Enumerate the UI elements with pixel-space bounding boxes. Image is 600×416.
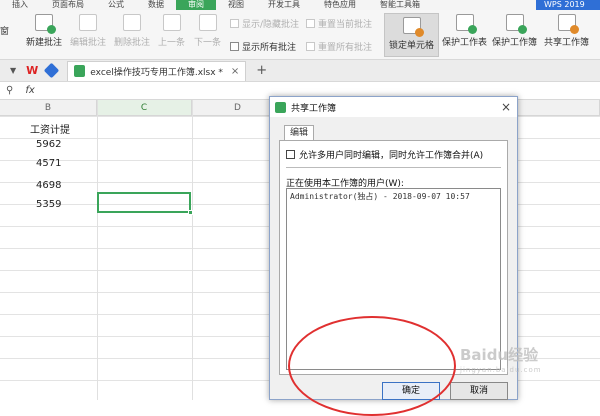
menu-tab-smart-tools[interactable]: 智能工具箱	[368, 0, 432, 10]
menu-tab-formulas[interactable]: 公式	[96, 0, 136, 10]
dialog-title: 共享工作簿	[291, 103, 337, 114]
lock-cell-button[interactable]: 锁定单元格	[384, 13, 440, 57]
cell-b-value[interactable]: 5359	[36, 199, 61, 210]
reset-current-comment-button[interactable]: 重置当前批注	[306, 17, 372, 30]
show-all-comments-button[interactable]: 显示所有批注	[230, 40, 296, 53]
ribbon-cut-label: 窗	[0, 27, 10, 37]
magnifier-icon[interactable]: ⚲	[6, 85, 13, 96]
reset-all-comments-label: 重置所有批注	[318, 43, 373, 53]
menu-tab-insert[interactable]: 插入	[0, 0, 40, 10]
show-all-comments-icon	[230, 42, 239, 51]
dropdown-arrow-icon[interactable]: ▼	[10, 66, 16, 75]
selected-cell[interactable]	[97, 192, 193, 215]
lock-cell-label: 锁定单元格	[389, 41, 435, 51]
prev-comment-label: 上一条	[158, 38, 186, 48]
next-comment-button[interactable]: 下一条	[194, 14, 221, 48]
column-header-b[interactable]: B	[0, 100, 97, 116]
brand-badge: WPS 2019	[536, 0, 600, 10]
new-comment-icon	[35, 14, 56, 34]
divider	[286, 167, 501, 168]
share-workbook-button[interactable]: 共享工作簿	[544, 14, 589, 48]
menu-tab-view[interactable]: 视图	[216, 0, 256, 10]
edit-comment-label: 编辑批注	[70, 38, 107, 48]
cell-b-value[interactable]: 4698	[36, 180, 61, 191]
protect-workbook-button[interactable]: 保护工作簿	[492, 14, 537, 48]
share-workbook-label: 共享工作簿	[544, 38, 590, 48]
ribbon: 窗 新建批注 编辑批注 删除批注 上一条 下一条 显示/隐藏批注 重置当前批注 …	[0, 10, 600, 60]
reset-current-comment-label: 重置当前批注	[318, 20, 373, 30]
spreadsheet-icon	[275, 101, 286, 113]
menu-tab-page-layout[interactable]: 页面布局	[40, 0, 96, 10]
column-divider	[192, 100, 193, 400]
menu-tab-review[interactable]: 审阅	[176, 0, 216, 10]
show-hide-comments-icon	[230, 19, 239, 28]
new-comment-label: 新建批注	[26, 38, 63, 48]
file-tab-name: excel操作技巧专用工作簿.xlsx *	[90, 67, 223, 78]
column-divider	[97, 100, 98, 400]
menu-tab-data[interactable]: 数据	[136, 0, 176, 10]
close-icon[interactable]: ×	[501, 100, 511, 114]
cell-b-value[interactable]: 4571	[36, 158, 61, 169]
document-tab-bar: ▼ W excel操作技巧专用工作簿.xlsx * × +	[0, 60, 600, 82]
edit-comment-icon	[79, 14, 97, 31]
edit-comment-button[interactable]: 编辑批注	[70, 14, 106, 48]
close-tab-icon[interactable]: ×	[231, 66, 239, 77]
protect-workbook-icon	[505, 14, 527, 34]
next-comment-icon	[198, 14, 217, 31]
next-comment-label: 下一条	[194, 38, 222, 48]
show-hide-comments-button[interactable]: 显示/隐藏批注	[230, 17, 299, 30]
dialog-title-bar[interactable]: 共享工作簿 ×	[270, 97, 517, 117]
watermark: Baidu经验 jingyan.baidu.com	[460, 344, 542, 374]
file-tab[interactable]: excel操作技巧专用工作簿.xlsx * ×	[67, 60, 247, 81]
allow-multi-user-label: 允许多用户同时编辑，同时允许工作簿合并(A)	[299, 151, 484, 161]
lock-icon	[402, 17, 424, 37]
add-tab-icon[interactable]: +	[256, 63, 267, 78]
protect-sheet-label: 保护工作表	[442, 38, 488, 48]
delete-comment-button[interactable]: 删除批注	[114, 14, 150, 48]
allow-multi-user-option[interactable]: 允许多用户同时编辑，同时允许工作簿合并(A)	[286, 148, 483, 161]
wps-logo-icon[interactable]: W	[26, 64, 38, 77]
cell-b-value[interactable]: 5962	[36, 139, 61, 150]
prev-comment-icon	[162, 14, 181, 31]
cell-b-header[interactable]: 工资计提	[30, 121, 70, 136]
show-hide-comments-label: 显示/隐藏批注	[242, 20, 300, 30]
docer-icon[interactable]	[44, 62, 60, 79]
cancel-button[interactable]: 取消	[450, 382, 508, 400]
reset-current-comment-icon	[306, 19, 315, 28]
menu-tab-developer[interactable]: 开发工具	[256, 0, 312, 10]
reset-all-comments-icon	[306, 42, 315, 51]
delete-comment-icon	[123, 14, 141, 31]
list-item[interactable]: Administrator(独占) - 2018-09-07 10:57	[290, 191, 470, 202]
menu-bar: 插入 页面布局 公式 数据 审阅 视图 开发工具 特色应用 智能工具箱 WPS …	[0, 0, 600, 10]
show-all-comments-label: 显示所有批注	[242, 43, 297, 53]
tab-edit[interactable]: 编辑	[284, 125, 314, 141]
protect-workbook-label: 保护工作簿	[492, 38, 538, 48]
watermark-text: Baidu经验	[460, 346, 539, 364]
reset-all-comments-button[interactable]: 重置所有批注	[306, 40, 372, 53]
protect-sheet-icon	[455, 14, 477, 34]
spreadsheet-icon	[74, 65, 86, 77]
watermark-subtext: jingyan.baidu.com	[460, 366, 542, 374]
fx-label[interactable]: fx	[25, 85, 34, 96]
red-annotation-circle	[288, 316, 456, 416]
prev-comment-button[interactable]: 上一条	[158, 14, 185, 48]
share-workbook-icon	[557, 14, 579, 34]
menu-tab-features[interactable]: 特色应用	[312, 0, 368, 10]
new-comment-button[interactable]: 新建批注	[26, 14, 62, 48]
fill-handle[interactable]	[188, 210, 193, 215]
delete-comment-label: 删除批注	[114, 38, 151, 48]
column-header-c[interactable]: C	[97, 100, 192, 116]
protect-sheet-button[interactable]: 保护工作表	[442, 14, 487, 48]
allow-multi-user-checkbox[interactable]	[286, 150, 295, 159]
